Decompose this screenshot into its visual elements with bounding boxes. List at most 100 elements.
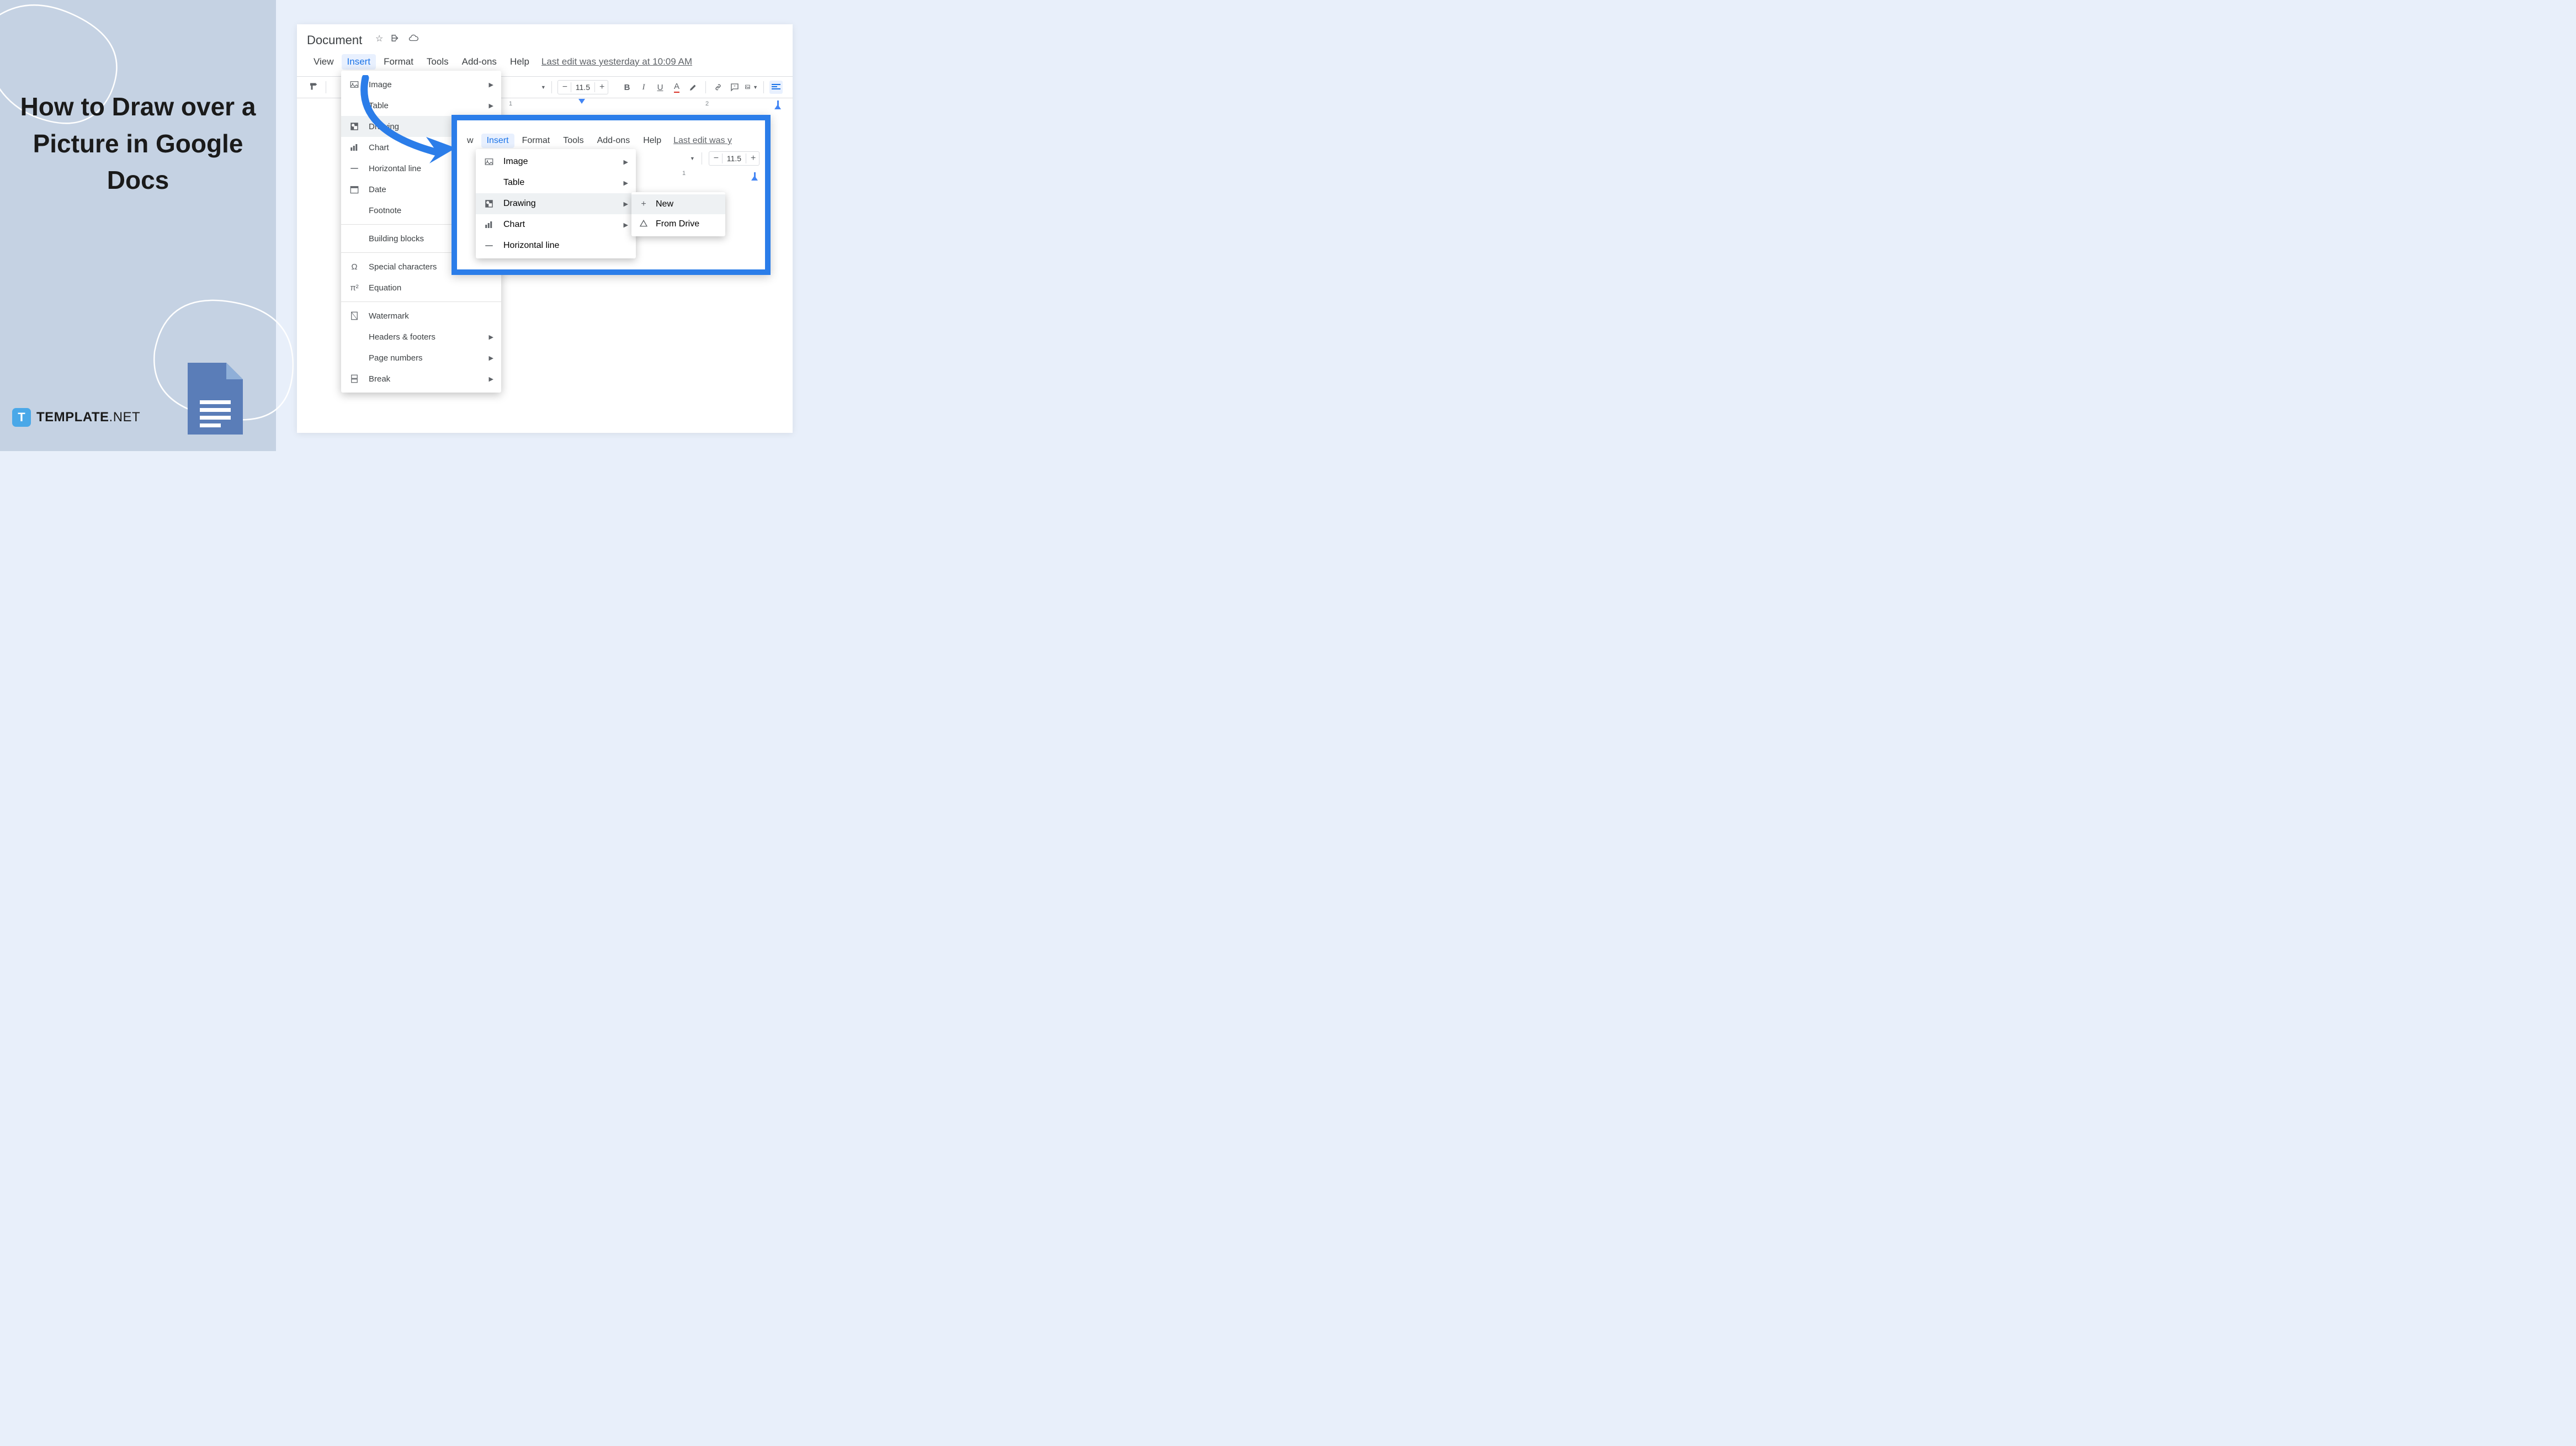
font-size-control[interactable]: − 11.5 + [557,80,608,94]
chart-icon [484,219,495,230]
callout-arrow [349,75,476,163]
drive-icon [638,219,649,230]
google-docs-window: Document ☆ View Insert Format Tools Add-… [297,24,793,433]
ov-item-image[interactable]: Image ▶ [476,151,636,172]
label: Drawing [503,199,536,209]
comment-button[interactable]: + [728,81,741,94]
italic-button[interactable]: I [637,81,650,94]
menubar: View Insert Format Tools Add-ons Help La… [308,54,692,70]
menu-help[interactable]: Help [504,54,535,70]
styles-dropdown[interactable]: ▼ [541,84,546,90]
label: Watermark [369,311,409,321]
ov-menu-addons[interactable]: Add-ons [592,134,636,148]
bold-button[interactable]: B [620,81,634,94]
ov-font-size[interactable]: − 11.5 + [709,151,759,166]
label: Special characters [369,262,437,272]
document-title[interactable]: Document [307,33,362,47]
separator [763,81,764,93]
font-minus[interactable]: − [709,153,723,163]
menu-item-pagenums[interactable]: Page numbers ▶ [341,347,501,368]
menu-view[interactable]: View [308,54,339,70]
pi-icon: π² [349,282,360,293]
chevron-right-icon: ▶ [624,200,628,208]
label: Page numbers [369,353,423,363]
left-panel: How to Draw over a Picture in Google Doc… [0,0,276,451]
font-size-minus[interactable]: − [558,82,571,92]
ov-item-hline[interactable]: Horizontal line [476,235,636,256]
calendar-icon [349,184,360,195]
align-button[interactable] [769,81,783,94]
label: Equation [369,283,401,293]
footnote-icon [349,205,360,216]
menu-addons[interactable]: Add-ons [456,54,502,70]
ov-item-drawing[interactable]: Drawing ▶ [476,193,636,214]
paint-format-icon[interactable] [307,81,320,94]
headers-icon [349,331,360,342]
ruler-line [754,172,756,178]
ov-last-edit[interactable]: Last edit was y [673,136,732,146]
menu-format[interactable]: Format [378,54,419,70]
ov-menu-insert[interactable]: Insert [481,134,514,148]
omega-icon: Ω [349,261,360,272]
cloud-icon[interactable] [408,33,418,46]
submenu-new[interactable]: + New [631,194,725,214]
dropdown-arrow-icon[interactable]: ▼ [690,156,695,161]
ov-menu-help[interactable]: Help [638,134,667,148]
label: Building blocks [369,234,424,243]
ov-item-table[interactable]: Table ▶ [476,172,636,193]
last-edit-link[interactable]: Last edit was yesterday at 10:09 AM [541,56,692,67]
text-color-button[interactable]: A [670,81,683,94]
underline-button[interactable]: U [654,81,667,94]
watermark-icon [349,310,360,321]
label: Break [369,374,390,384]
menu-item-watermark[interactable]: Watermark [341,305,501,326]
template-net-logo: T TEMPLATE.NET [12,408,140,427]
image-button[interactable]: ▼ [745,81,758,94]
ruler-number: 2 [705,100,709,107]
label: Chart [503,220,525,230]
label: Horizontal line [503,241,559,251]
image-icon [484,156,495,167]
ruler-end-line [777,100,779,106]
chevron-right-icon: ▶ [624,179,628,187]
overlay-callout: w Insert Format Tools Add-ons Help Last … [452,115,771,275]
menu-insert[interactable]: Insert [342,54,376,70]
menu-item-headers[interactable]: Headers & footers ▶ [341,326,501,347]
label: New [656,199,673,209]
chevron-right-icon: ▶ [624,221,628,229]
menu-tools[interactable]: Tools [421,54,454,70]
ruler-number: 1 [682,170,686,177]
blocks-icon [349,233,360,244]
ov-item-chart[interactable]: Chart ▶ [476,214,636,235]
label: From Drive [656,219,699,229]
menu-item-break[interactable]: Break ▶ [341,368,501,389]
font-value[interactable]: 11.5 [723,154,746,163]
chevron-right-icon: ▶ [489,375,493,383]
pagenums-icon [349,352,360,363]
drawing-icon [484,198,495,209]
highlight-button[interactable] [687,81,700,94]
plus-icon: + [638,199,649,210]
separator [551,81,552,93]
ruler-indent-marker[interactable] [578,99,585,104]
label: Headers & footers [369,332,435,342]
ov-menu-tools[interactable]: Tools [557,134,589,148]
chevron-right-icon: ▶ [489,102,493,109]
menu-item-equation[interactable]: π² Equation [341,277,501,298]
link-button[interactable] [711,81,725,94]
font-size-value[interactable]: 11.5 [571,83,594,92]
font-size-plus[interactable]: + [594,82,608,92]
hline-icon [349,163,360,174]
separator [705,81,706,93]
move-icon[interactable] [391,33,401,46]
label: Footnote [369,206,401,215]
overlay-menubar: w Insert Format Tools Add-ons Help Last … [461,134,732,148]
logo-badge: T [12,408,31,427]
star-icon[interactable]: ☆ [375,33,383,46]
font-plus[interactable]: + [746,153,759,163]
label: Horizontal line [369,164,421,173]
page-title: How to Draw over a Picture in Google Doc… [17,88,259,199]
submenu-from-drive[interactable]: From Drive [631,214,725,234]
ov-menu-format[interactable]: Format [517,134,556,148]
overlay-ruler[interactable]: 1 [671,170,765,180]
